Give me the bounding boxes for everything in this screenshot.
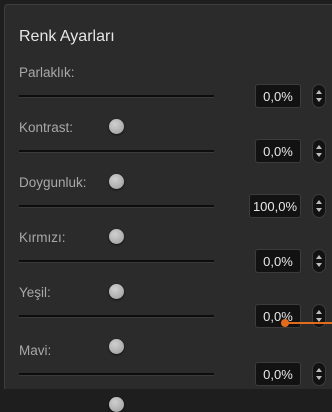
saturation-stepper-icon[interactable]: [312, 194, 326, 218]
stepper-up-icon[interactable]: [316, 368, 322, 372]
stepper-down-icon[interactable]: [316, 376, 322, 380]
stepper-up-icon[interactable]: [316, 200, 322, 204]
saturation-label: Doygunluk:: [19, 175, 87, 190]
saturation-slider-track[interactable]: [19, 205, 214, 244]
callout-dot: [281, 319, 289, 327]
red-stepper-icon[interactable]: [312, 249, 326, 273]
stepper-down-icon[interactable]: [316, 208, 322, 212]
contrast-slider-track[interactable]: [19, 150, 214, 189]
green-stepper-icon[interactable]: [312, 304, 326, 328]
contrast-stepper-icon[interactable]: [312, 139, 326, 163]
stepper-down-icon[interactable]: [316, 153, 322, 157]
blue-stepper-icon[interactable]: [312, 362, 326, 386]
brightness-label: Parlaklık:: [19, 65, 75, 80]
color-settings-panel: Renk Ayarları Parlaklık: 0,0% Kontrast: …: [4, 4, 332, 412]
contrast-value-field[interactable]: 0,0%: [255, 139, 301, 163]
contrast-label: Kontrast:: [19, 120, 74, 135]
brightness-value-field[interactable]: 0,0%: [255, 84, 301, 108]
stepper-up-icon[interactable]: [316, 310, 322, 314]
brightness-stepper-icon[interactable]: [312, 84, 326, 108]
brightness-row: Parlaklık: 0,0%: [5, 65, 332, 134]
stepper-up-icon[interactable]: [316, 90, 322, 94]
green-label: Yeşil:: [19, 285, 51, 300]
blue-slider-track[interactable]: [19, 373, 214, 412]
stepper-down-icon[interactable]: [316, 263, 322, 267]
stepper-up-icon[interactable]: [316, 145, 322, 149]
green-value-field[interactable]: 0,0%: [255, 304, 301, 328]
stepper-up-icon[interactable]: [316, 255, 322, 259]
green-slider-track[interactable]: [19, 315, 214, 354]
brightness-slider-track[interactable]: [19, 95, 214, 134]
red-row: Kırmızı: 0,0%: [5, 230, 332, 299]
red-value-field[interactable]: 0,0%: [255, 249, 301, 273]
blue-value-field[interactable]: 0,0%: [255, 362, 301, 386]
panel-title: Renk Ayarları: [19, 28, 115, 45]
saturation-value-field[interactable]: 100,0%: [249, 194, 301, 218]
red-label: Kırmızı:: [19, 230, 66, 245]
blue-label: Mavi:: [19, 343, 52, 358]
saturation-row: Doygunluk: 100,0%: [5, 175, 332, 244]
blue-row: Mavi: 0,0%: [5, 343, 332, 412]
red-slider-track[interactable]: [19, 260, 214, 299]
green-row: Yeşil: 0,0%: [5, 285, 332, 354]
stepper-down-icon[interactable]: [316, 98, 322, 102]
blue-slider-knob[interactable]: [109, 397, 124, 412]
contrast-row: Kontrast: 0,0%: [5, 120, 332, 189]
callout-line: [285, 322, 332, 324]
